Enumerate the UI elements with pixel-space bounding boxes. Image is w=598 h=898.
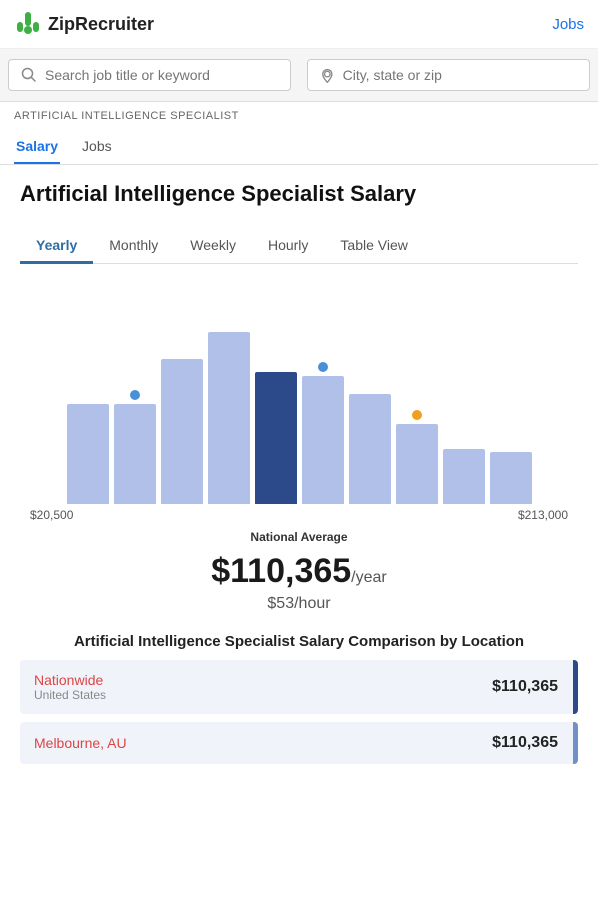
tab-weekly[interactable]: Weekly xyxy=(174,227,252,263)
logo: ZipRecruiter xyxy=(14,10,154,38)
search-bar xyxy=(0,49,598,102)
salary-display: $110,365/year xyxy=(20,552,578,591)
tab-hourly[interactable]: Hourly xyxy=(252,227,324,263)
nav-salary[interactable]: Salary xyxy=(14,130,60,164)
chart-min-label: $20,500 xyxy=(30,508,73,522)
salary-hourly-display: $53/hour xyxy=(20,595,578,613)
tab-monthly[interactable]: Monthly xyxy=(93,227,174,263)
tab-yearly[interactable]: Yearly xyxy=(20,227,93,263)
comparison-country-nationwide: United States xyxy=(34,688,106,702)
comparison-bar-melbourne xyxy=(573,722,578,764)
bar-3 xyxy=(161,359,203,504)
comparison-row-melbourne: Melbourne, AU $110,365 xyxy=(20,722,578,764)
jobs-link[interactable]: Jobs xyxy=(552,16,584,33)
salary-chart: $20,500 $213,000 National Average xyxy=(20,284,578,544)
comparison-city-melbourne: Melbourne, AU xyxy=(34,735,127,751)
bar-7 xyxy=(349,394,391,504)
salary-hourly-amount: $53 xyxy=(267,595,294,612)
bar-6 xyxy=(302,376,344,504)
nav-jobs[interactable]: Jobs xyxy=(80,130,114,164)
national-avg-label: National Average xyxy=(20,530,578,544)
comparison-title: Artificial Intelligence Specialist Salar… xyxy=(20,633,578,650)
bar-10 xyxy=(490,452,532,504)
bar-9 xyxy=(443,449,485,504)
page-nav: Salary Jobs xyxy=(0,130,598,165)
job-search-input[interactable] xyxy=(45,67,278,83)
salary-tabs: Yearly Monthly Weekly Hourly Table View xyxy=(20,227,578,264)
salary-yearly-amount: $110,365 xyxy=(211,552,351,590)
comparison-location-melbourne: Melbourne, AU xyxy=(34,735,127,751)
comparison-salary-nationwide: $110,365 xyxy=(492,678,558,696)
bar-5-national xyxy=(255,372,297,504)
comparison-salary-melbourne: $110,365 xyxy=(492,734,558,752)
search-icon xyxy=(21,67,37,83)
header: ZipRecruiter Jobs xyxy=(0,0,598,49)
location-icon xyxy=(320,67,335,83)
breadcrumb: ARTIFICIAL INTELLIGENCE SPECIALIST xyxy=(0,102,598,130)
logo-text: ZipRecruiter xyxy=(48,14,154,35)
chart-labels: $20,500 $213,000 xyxy=(20,504,578,526)
bar-1 xyxy=(67,404,109,504)
comparison-location-nationwide: Nationwide United States xyxy=(34,672,106,702)
location-search-wrap xyxy=(307,59,590,91)
page-title: Artificial Intelligence Specialist Salar… xyxy=(20,181,578,207)
job-search-wrap xyxy=(8,59,291,91)
tab-table-view[interactable]: Table View xyxy=(324,227,423,263)
comparison-row-nationwide: Nationwide United States $110,365 xyxy=(20,660,578,714)
comparison-city-nationwide: Nationwide xyxy=(34,672,106,688)
salary-hourly-suffix: /hour xyxy=(294,595,330,612)
bar-8 xyxy=(396,424,438,504)
location-search-input[interactable] xyxy=(343,67,577,83)
comparison-bar-nationwide xyxy=(573,660,578,714)
chart-max-label: $213,000 xyxy=(518,508,568,522)
bar-2 xyxy=(114,404,156,504)
salary-yearly-suffix: /year xyxy=(351,569,387,586)
bar-4 xyxy=(208,332,250,504)
logo-icon xyxy=(14,10,42,38)
main-content: Artificial Intelligence Specialist Salar… xyxy=(0,165,598,780)
